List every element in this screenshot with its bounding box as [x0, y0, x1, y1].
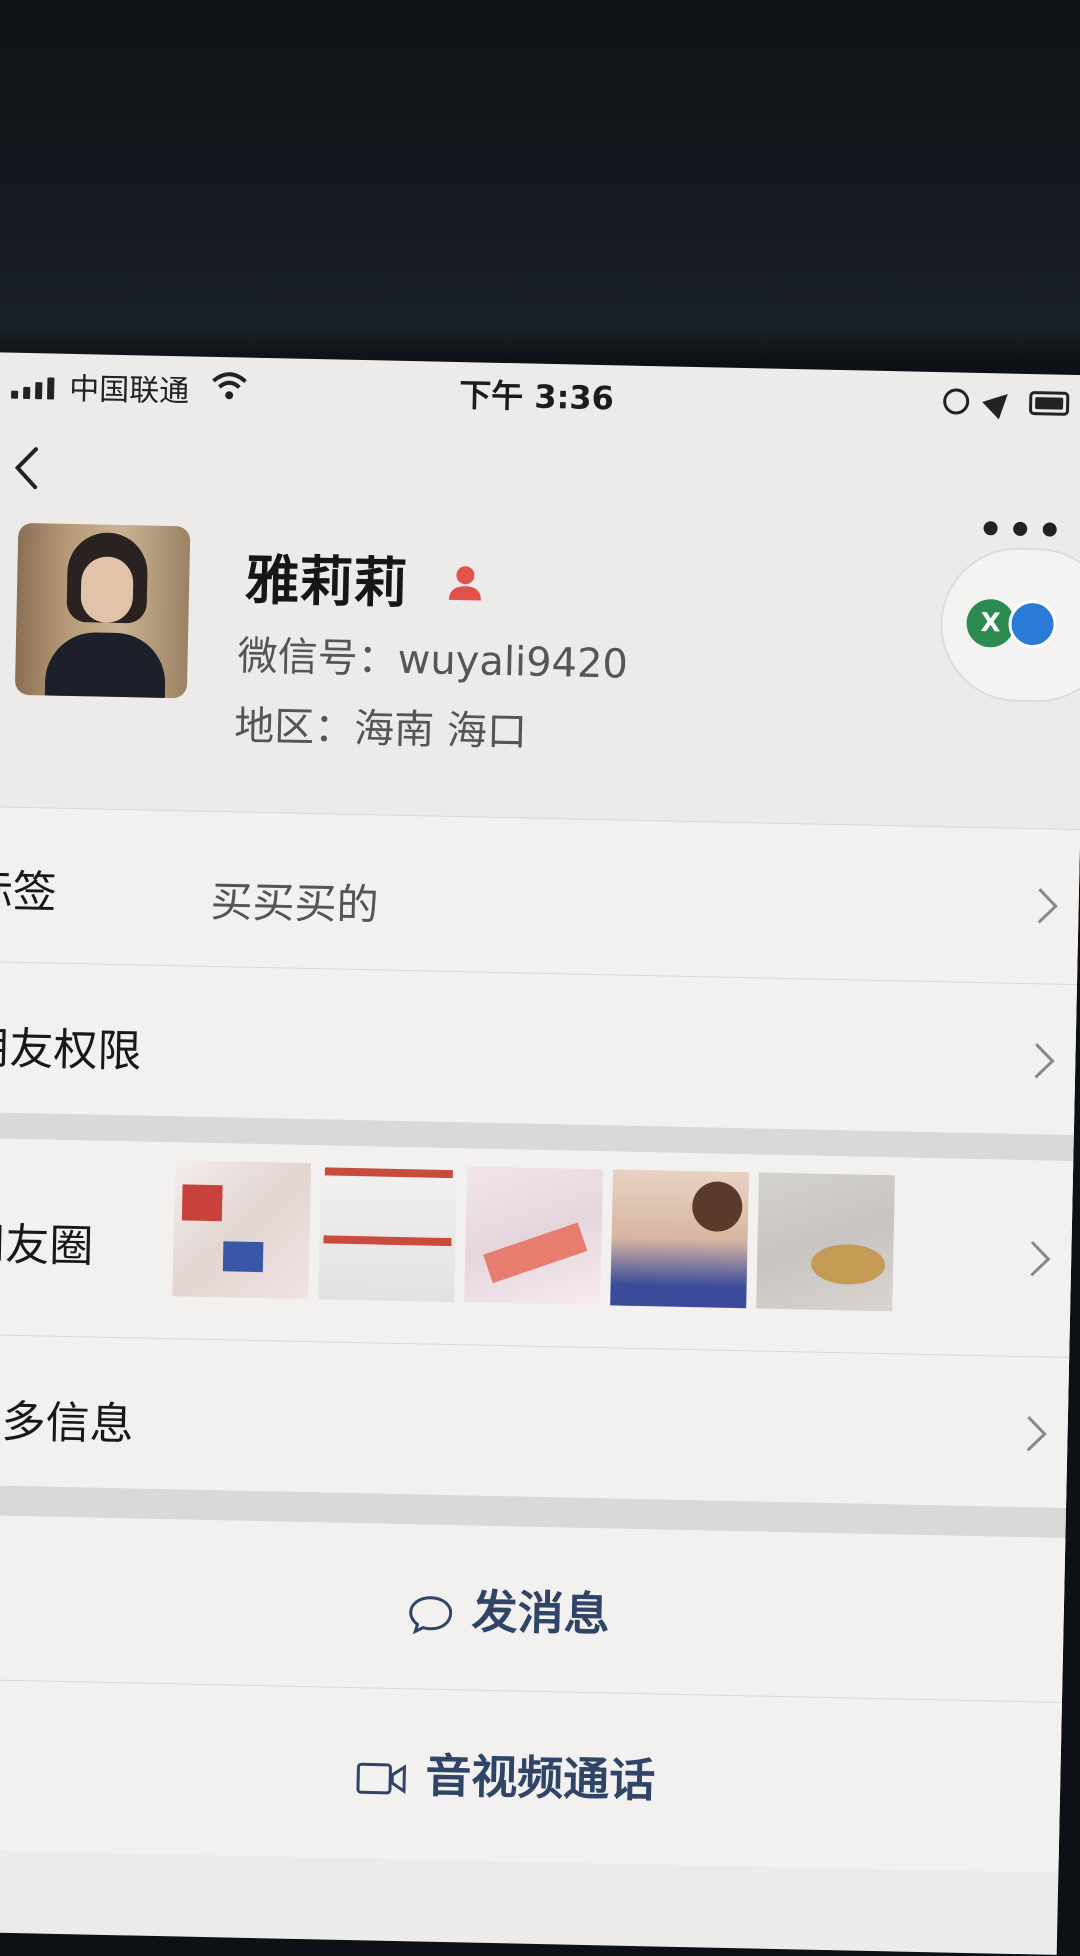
person-icon	[448, 566, 481, 601]
region: 地区：海南 海口	[233, 703, 528, 756]
carrier-name: 中国联通	[68, 371, 190, 410]
battery-icon	[1028, 390, 1070, 416]
status-right-icons	[942, 385, 1070, 420]
orientation-lock-icon	[942, 388, 970, 415]
signal-icon	[11, 375, 55, 400]
back-icon[interactable]	[7, 443, 48, 494]
phone-screen: 中国联通 下午 3:36 ••• 雅莉莉 微信号：wuyali9420 地区：海…	[0, 352, 1080, 1955]
row-tags-value: 买买买的	[210, 876, 380, 930]
moments-thumbnail	[610, 1169, 749, 1309]
wechat-id: 微信号：wuyali9420	[237, 633, 629, 688]
send-message-label: 发消息	[471, 1584, 611, 1642]
chevron-right-icon	[1019, 1043, 1055, 1079]
moments-thumbnail	[318, 1163, 458, 1303]
chevron-right-icon	[1015, 1241, 1051, 1277]
row-friend-permissions-label: 朋友权限	[0, 1022, 142, 1078]
avatar[interactable]	[14, 522, 191, 699]
wifi-icon	[212, 372, 247, 400]
chevron-right-icon	[1011, 1416, 1047, 1452]
location-icon	[982, 385, 1017, 420]
enterprise-badge[interactable]: X	[938, 546, 1080, 704]
row-more-info[interactable]: 更多信息	[0, 1334, 1070, 1508]
video-call-row[interactable]: 音视频通话	[0, 1679, 1062, 1873]
moments-thumbnail	[464, 1166, 604, 1306]
chevron-right-icon	[1022, 888, 1058, 924]
row-friend-permissions[interactable]: 朋友权限	[0, 961, 1077, 1136]
video-call-label: 音视频通话	[424, 1748, 656, 1808]
row-more-info-label: 更多信息	[0, 1395, 135, 1451]
chat-bubble-icon	[409, 1595, 453, 1634]
status-time: 下午 3:36	[458, 376, 615, 418]
moments-thumbnails	[172, 1160, 895, 1312]
row-tags-label: 标签	[0, 865, 58, 919]
enterprise-badge-icon	[1008, 599, 1058, 649]
send-message-row[interactable]: 发消息	[0, 1514, 1066, 1702]
video-call-button[interactable]: 音视频通话	[0, 1730, 1061, 1819]
row-moments[interactable]: 朋友圈	[0, 1137, 1074, 1358]
row-tags[interactable]: 标签 买买买的	[0, 806, 1080, 985]
row-moments-label: 朋友圈	[0, 1218, 94, 1273]
moments-thumbnail	[756, 1172, 895, 1312]
profile-name: 雅莉莉	[244, 548, 408, 615]
send-message-button[interactable]: 发消息	[0, 1565, 1064, 1654]
video-camera-icon	[356, 1762, 407, 1794]
moments-thumbnail	[172, 1160, 312, 1300]
